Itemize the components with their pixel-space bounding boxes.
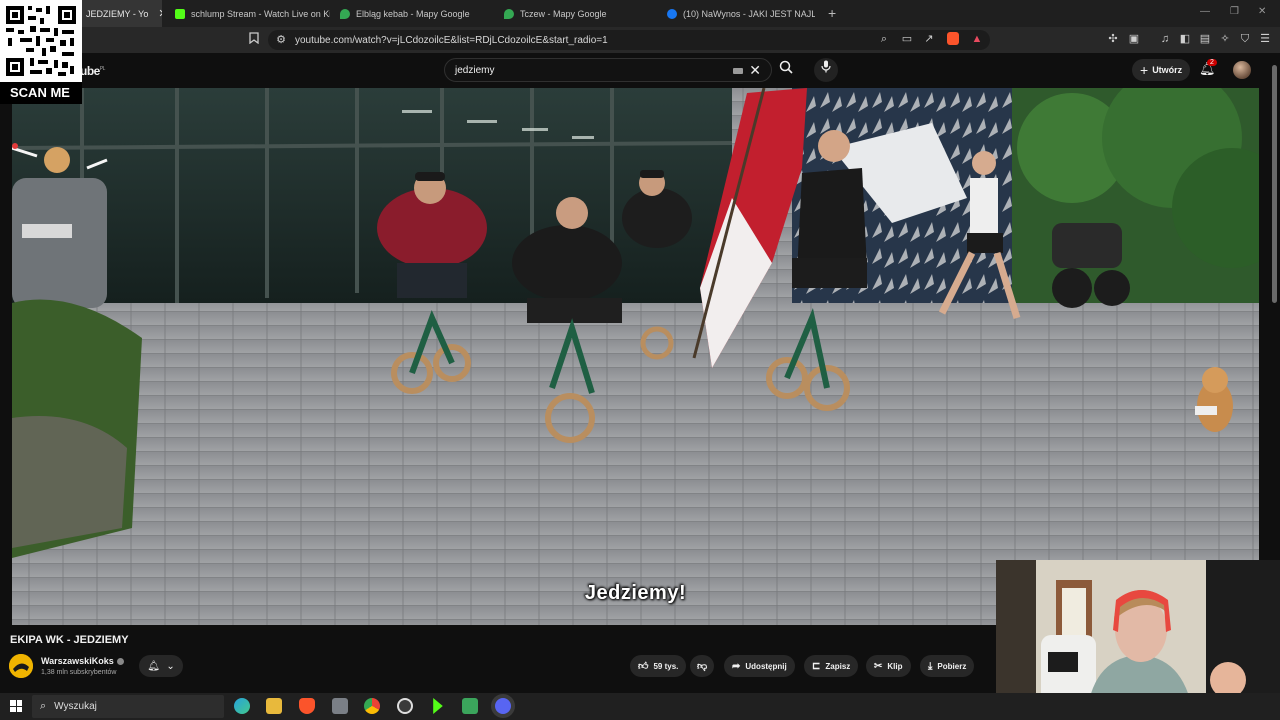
tab-label: JEDZIEMY - Yo	[86, 8, 149, 19]
create-button[interactable]: + Utwórz	[1132, 59, 1191, 81]
maps-pin-icon	[504, 8, 514, 19]
save-label: Zapisz	[825, 661, 851, 671]
tab-maps-tczew[interactable]: Tczew - Mapy Google	[504, 0, 654, 27]
share-button[interactable]: ➦ Udostępnij	[724, 655, 795, 677]
channel-avatar[interactable]	[9, 654, 33, 678]
subscriber-count: 1,38 mln subskrybentów	[41, 669, 117, 676]
facebook-icon	[667, 8, 677, 19]
url-text: youtube.com/watch?v=jLCdozoilcE&list=RDj…	[295, 34, 608, 46]
bookmark-icon: ⊏	[812, 660, 821, 672]
tab-youtube[interactable]: JEDZIEMY - Yo ✕	[82, 0, 162, 27]
taskbar-search-input[interactable]: ⌕ Wyszukaj	[32, 695, 224, 718]
edge-icon[interactable]	[234, 698, 250, 714]
close-window-icon[interactable]: ✕	[1258, 6, 1266, 17]
scan-me-label: SCAN ME	[0, 82, 82, 104]
clip-label: Klip	[887, 661, 903, 671]
avatar[interactable]	[1233, 61, 1251, 79]
scissors-icon: ✂	[874, 660, 883, 672]
voice-search-button[interactable]	[814, 58, 838, 82]
minimize-icon[interactable]: —	[1200, 6, 1210, 17]
search-icon: ⌕	[40, 700, 47, 712]
microphone-icon	[821, 60, 831, 73]
clip-button[interactable]: ✂ Klip	[866, 655, 911, 677]
extensions-icon[interactable]: ✣	[1106, 32, 1120, 46]
file-explorer-icon[interactable]	[266, 698, 282, 714]
chevron-down-icon: ⌄	[166, 660, 175, 672]
brave-rewards-icon[interactable]: ▲	[970, 32, 984, 46]
maps-pin-icon	[340, 8, 350, 19]
bell-icon: 🔔︎	[147, 660, 160, 672]
maximize-icon[interactable]: ❐	[1230, 6, 1239, 17]
thumbs-up-icon: 👍︎	[638, 661, 649, 672]
video-player[interactable]: Jedziemy!	[12, 88, 1259, 625]
scrollbar-thumb[interactable]	[1272, 65, 1277, 303]
zoom-search-icon[interactable]: ⌕	[877, 32, 891, 46]
vpn-icon[interactable]: ⛉	[1238, 32, 1252, 46]
qr-code	[0, 0, 82, 82]
video-title: EKIPA WK - JEDZIEMY	[10, 634, 129, 646]
site-settings-icon[interactable]: ⚙	[274, 33, 288, 47]
cast-icon[interactable]: ▭	[900, 32, 914, 46]
brave-icon[interactable]	[299, 698, 315, 714]
download-icon: ⤓	[928, 660, 933, 672]
search-input[interactable]: jedziemy ✕	[444, 58, 772, 82]
tab-kick[interactable]: schlump Stream - Watch Live on Kick	[175, 0, 330, 27]
youtube-header: jedziemy ✕	[0, 53, 1280, 88]
download-button[interactable]: ⤓ Pobierz	[920, 655, 975, 677]
video-frame	[12, 88, 1259, 625]
tab-label: (10) NaWynos - JAKI JEST NAJLEPSZY	[683, 8, 815, 19]
like-count: 59 tys.	[653, 661, 679, 671]
screenshot-icon[interactable]: ▣	[1127, 32, 1141, 46]
dislike-button[interactable]: 👎︎	[690, 655, 715, 677]
windows-start-icon[interactable]	[10, 700, 22, 712]
thumbs-down-icon: 👎︎	[697, 661, 708, 672]
steam-icon[interactable]	[332, 698, 348, 714]
windows-taskbar: ⌕ Wyszukaj	[0, 693, 1280, 720]
wallet-icon[interactable]: ▤	[1198, 32, 1212, 46]
kick-icon	[175, 8, 185, 19]
plus-icon: +	[1140, 62, 1149, 78]
tab-close-icon[interactable]: ✕	[158, 7, 162, 20]
search-button[interactable]	[772, 58, 800, 82]
subscription-bell-button[interactable]: 🔔︎ ⌄	[139, 655, 183, 677]
verified-icon	[116, 658, 124, 666]
search-query: jedziemy	[455, 64, 495, 76]
tab-label: Tczew - Mapy Google	[520, 8, 607, 19]
share-label: Udostępnij	[745, 661, 787, 671]
channel-name[interactable]: WarszawskiKoks	[41, 656, 124, 666]
new-tab-button[interactable]: +	[828, 5, 836, 21]
obs-icon[interactable]	[397, 698, 413, 714]
sidebar-icon[interactable]: ◧	[1178, 32, 1192, 46]
taskbar-search-placeholder: Wyszukaj	[54, 701, 97, 712]
share-icon[interactable]: ↗	[922, 32, 936, 46]
notification-badge: 2	[1207, 59, 1217, 66]
address-bar-row: ⚙ youtube.com/watch?v=jLCdozoilcE&list=R…	[0, 27, 1280, 53]
tab-facebook[interactable]: (10) NaWynos - JAKI JEST NAJLEPSZY	[667, 0, 815, 27]
tab-label: Elbląg kebab - Mapy Google	[356, 8, 470, 19]
logo-text: ube	[80, 64, 100, 78]
bookmark-icon[interactable]	[247, 32, 261, 46]
clear-search-icon[interactable]: ✕	[749, 62, 761, 79]
ai-icon[interactable]: ✧	[1218, 32, 1232, 46]
logo-region: PL	[99, 66, 106, 72]
brave-shield-icon[interactable]	[947, 32, 959, 45]
media-icon[interactable]: ♫	[1158, 32, 1172, 46]
search-icon	[779, 60, 793, 74]
discord-icon[interactable]	[495, 698, 511, 714]
download-label: Pobierz	[937, 661, 967, 671]
chrome-icon[interactable]	[364, 698, 380, 714]
menu-icon[interactable]: ☰	[1258, 32, 1272, 46]
kick-app-icon[interactable]	[433, 698, 443, 714]
tab-maps-elblag[interactable]: Elbląg kebab - Mapy Google	[340, 0, 490, 27]
share-arrow-icon: ➦	[732, 660, 741, 672]
keyboard-icon[interactable]	[733, 68, 743, 74]
app-icon[interactable]	[462, 698, 478, 714]
channel-name-text: WarszawskiKoks	[41, 656, 114, 666]
tab-label: schlump Stream - Watch Live on Kick	[191, 8, 330, 19]
save-button[interactable]: ⊏ Zapisz	[804, 655, 859, 677]
like-button[interactable]: 👍︎ 59 tys.	[630, 655, 687, 677]
browser-tab-strip: JEDZIEMY - Yo ✕ schlump Stream - Watch L…	[0, 0, 1280, 27]
youtube-logo[interactable]: ubePL	[80, 64, 105, 78]
create-label: Utwórz	[1152, 65, 1183, 75]
